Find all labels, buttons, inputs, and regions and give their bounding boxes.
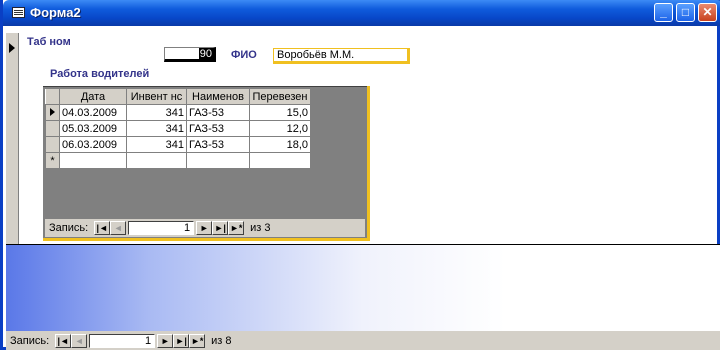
drivers-work-subform: Дата Инвент нс Наименов Перевезен 04.03.…: [43, 86, 370, 241]
cell-transported[interactable]: 12,0: [249, 120, 311, 137]
new-record-button[interactable]: ►*: [228, 221, 245, 235]
subform-record-count: из 3: [250, 222, 271, 234]
row-selector[interactable]: [45, 136, 60, 153]
current-row-arrow-icon: [50, 107, 55, 116]
main-record-count: из 8: [211, 334, 232, 347]
cell-date[interactable]: 04.03.2009: [59, 104, 127, 121]
main-navigation-bar: Запись: |◄ ◄ 1 ► ►| ►* из 8: [6, 331, 720, 350]
cell-name[interactable]: ГАЗ-53: [186, 120, 250, 137]
last-record-button[interactable]: ►|: [212, 221, 229, 235]
window-title: Форма2: [30, 5, 81, 20]
row-selector[interactable]: [45, 120, 60, 137]
drivers-work-table: Дата Инвент нс Наименов Перевезен 04.03.…: [45, 88, 311, 169]
cell-date[interactable]: 06.03.2009: [59, 136, 127, 153]
row-selector[interactable]: [45, 104, 60, 121]
fio-label: ФИО: [231, 49, 257, 61]
cell-transported[interactable]: 15,0: [249, 104, 311, 121]
cell-empty[interactable]: [249, 152, 311, 169]
form-footer-area: [6, 245, 720, 331]
main-nav-label: Запись:: [10, 334, 50, 347]
cell-inventory[interactable]: 341: [126, 136, 187, 153]
subform-record-number-input[interactable]: 1: [128, 221, 195, 235]
maximize-button[interactable]: □: [676, 3, 695, 22]
cell-name[interactable]: ГАЗ-53: [186, 136, 250, 153]
cell-inventory[interactable]: 341: [126, 120, 187, 137]
section-title: Работа водителей: [50, 68, 150, 80]
cell-name[interactable]: ГАЗ-53: [186, 104, 250, 121]
next-record-button[interactable]: ►: [196, 221, 213, 235]
previous-record-button[interactable]: ◄: [110, 221, 127, 235]
table-row[interactable]: 06.03.2009 341 ГАЗ-53 18,0: [45, 136, 311, 153]
form-icon: [12, 7, 25, 18]
cell-empty[interactable]: [186, 152, 250, 169]
subform-navigation-bar: Запись: |◄ ◄ 1 ► ►| ►* из 3: [45, 219, 365, 237]
table-row[interactable]: 05.03.2009 341 ГАЗ-53 12,0: [45, 120, 311, 137]
new-record-button[interactable]: ►*: [189, 333, 206, 348]
tab-number-label: Таб ном: [27, 36, 71, 48]
table-header-row: Дата Инвент нс Наименов Перевезен: [45, 88, 311, 105]
form-window: Форма2 _ □ ✕ Таб ном 90 ФИО Воробьёв М.М…: [0, 0, 720, 350]
tab-number-value: 90: [198, 48, 213, 60]
column-header-name[interactable]: Наименов: [186, 88, 250, 105]
cell-transported[interactable]: 18,0: [249, 136, 311, 153]
fio-field[interactable]: Воробьёв М.М.: [273, 48, 410, 64]
title-bar[interactable]: Форма2 _ □ ✕: [3, 0, 720, 26]
minimize-button[interactable]: _: [654, 3, 673, 22]
main-record-number-input[interactable]: 1: [89, 333, 156, 348]
column-header-inventory[interactable]: Инвент нс: [126, 88, 187, 105]
current-record-arrow-icon: [9, 43, 15, 53]
new-record-row[interactable]: *: [45, 152, 311, 169]
cell-inventory[interactable]: 341: [126, 104, 187, 121]
first-record-button[interactable]: |◄: [55, 333, 72, 348]
column-header-date[interactable]: Дата: [59, 88, 127, 105]
cell-empty[interactable]: [59, 152, 127, 169]
tab-number-field[interactable]: 90: [164, 47, 216, 62]
table-row[interactable]: 04.03.2009 341 ГАЗ-53 15,0: [45, 104, 311, 121]
cell-date[interactable]: 05.03.2009: [59, 120, 127, 137]
subform-nav-label: Запись:: [49, 222, 89, 234]
close-button[interactable]: ✕: [698, 3, 717, 22]
cell-empty[interactable]: [126, 152, 187, 169]
first-record-button[interactable]: |◄: [94, 221, 111, 235]
next-record-button[interactable]: ►: [157, 333, 174, 348]
column-header-transported[interactable]: Перевезен: [249, 88, 311, 105]
new-record-icon: *: [45, 152, 60, 169]
previous-record-button[interactable]: ◄: [71, 333, 88, 348]
last-record-button[interactable]: ►|: [173, 333, 190, 348]
header-corner[interactable]: [45, 88, 60, 105]
